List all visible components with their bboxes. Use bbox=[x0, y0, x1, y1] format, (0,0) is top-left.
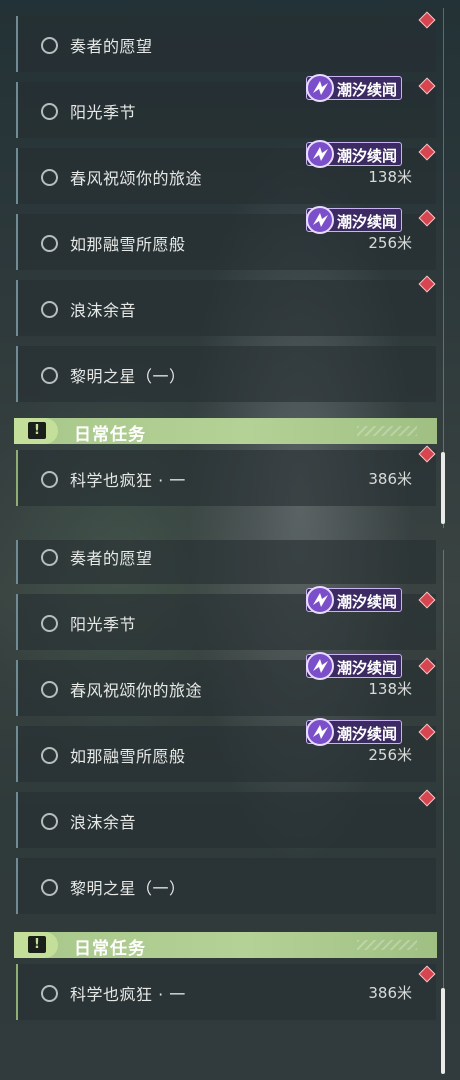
quest-list-panel: 奏者的愿望 阳光季节 春风祝颂你的旅途 138米 如那融雪所愿般 256米 浪沫… bbox=[0, 540, 460, 1080]
badge-label: 潮汐续闻 bbox=[337, 213, 398, 231]
quest-name: 科学也疯狂 · 一 bbox=[70, 471, 186, 490]
quest-name: 春风祝颂你的旅途 bbox=[70, 169, 203, 188]
tidal-tales-badge-icon bbox=[306, 586, 334, 614]
quest-name: 如那融雪所愿般 bbox=[70, 235, 186, 254]
badge-label: 潮汐续闻 bbox=[337, 659, 398, 677]
quest-name: 浪沫余音 bbox=[70, 301, 137, 320]
quest-status-circle-icon bbox=[41, 301, 58, 318]
quest-distance: 256米 bbox=[368, 746, 412, 764]
quest-row-1[interactable]: 奏者的愿望 bbox=[16, 16, 436, 72]
quest-name: 阳光季节 bbox=[70, 615, 137, 634]
tidal-tales-badge: 潮汐续闻 bbox=[306, 206, 402, 234]
quest-distance: 138米 bbox=[368, 680, 412, 698]
quest-list-panel: 奏者的愿望 阳光季节 春风祝颂你的旅途 138米 如那融雪所愿般 256米 浪沫… bbox=[0, 0, 460, 540]
quest-name: 黎明之星（一） bbox=[70, 367, 186, 386]
header-decoration bbox=[357, 426, 417, 436]
quest-distance: 138米 bbox=[368, 168, 412, 186]
quest-status-circle-icon bbox=[41, 471, 58, 488]
quest-name: 如那融雪所愿般 bbox=[70, 747, 186, 766]
exclamation-icon: ! bbox=[28, 936, 46, 953]
badge-label: 潮汐续闻 bbox=[337, 147, 398, 165]
badge-label: 潮汐续闻 bbox=[337, 593, 398, 611]
quest-distance: 386米 bbox=[368, 470, 412, 488]
quest-status-circle-icon bbox=[41, 103, 58, 120]
tidal-tales-badge-icon bbox=[306, 206, 334, 234]
section-title: 日常任务 bbox=[74, 425, 146, 445]
quest-name: 春风祝颂你的旅途 bbox=[70, 681, 203, 700]
scrollbar-thumb[interactable] bbox=[441, 988, 445, 1074]
tidal-tales-badge: 潮汐续闻 bbox=[306, 140, 402, 168]
quest-row-6[interactable]: 黎明之星（一） bbox=[16, 346, 436, 402]
quest-name: 黎明之星（一） bbox=[70, 879, 186, 898]
quest-status-circle-icon bbox=[41, 235, 58, 252]
quest-name: 科学也疯狂 · 一 bbox=[70, 985, 186, 1004]
quest-distance: 386米 bbox=[368, 984, 412, 1002]
badge-label: 潮汐续闻 bbox=[337, 725, 398, 743]
daily-quest-row-1[interactable]: 科学也疯狂 · 一 386米 bbox=[16, 964, 436, 1020]
quest-status-circle-icon bbox=[41, 615, 58, 632]
daily-icon-box: ! bbox=[14, 932, 58, 958]
tidal-tales-badge: 潮汐续闻 bbox=[306, 586, 402, 614]
daily-quests-header[interactable]: ! 日常任务 bbox=[14, 418, 437, 445]
quest-status-circle-icon bbox=[41, 549, 58, 566]
quest-status-circle-icon bbox=[41, 681, 58, 698]
exclamation-icon: ! bbox=[28, 422, 46, 439]
quest-name: 奏者的愿望 bbox=[70, 549, 153, 568]
quest-name: 阳光季节 bbox=[70, 103, 137, 122]
tidal-tales-badge: 潮汐续闻 bbox=[306, 74, 402, 102]
quest-status-circle-icon bbox=[41, 813, 58, 830]
scrollbar-thumb[interactable] bbox=[441, 452, 445, 524]
quest-status-circle-icon bbox=[41, 747, 58, 764]
quest-distance: 256米 bbox=[368, 234, 412, 252]
tidal-tales-badge: 潮汐续闻 bbox=[306, 718, 402, 746]
badge-label: 潮汐续闻 bbox=[337, 81, 398, 99]
quest-row-1[interactable]: 奏者的愿望 bbox=[16, 540, 436, 584]
quest-row-5[interactable]: 浪沫余音 bbox=[16, 792, 436, 848]
quest-status-circle-icon bbox=[41, 985, 58, 1002]
tidal-tales-badge-icon bbox=[306, 652, 334, 680]
quest-status-circle-icon bbox=[41, 367, 58, 384]
header-decoration bbox=[357, 940, 417, 950]
quest-row-5[interactable]: 浪沫余音 bbox=[16, 280, 436, 336]
quest-status-circle-icon bbox=[41, 169, 58, 186]
tidal-tales-badge: 潮汐续闻 bbox=[306, 652, 402, 680]
tidal-tales-badge-icon bbox=[306, 140, 334, 168]
daily-quest-row-1[interactable]: 科学也疯狂 · 一 386米 bbox=[16, 450, 436, 506]
tidal-tales-badge-icon bbox=[306, 74, 334, 102]
quest-status-circle-icon bbox=[41, 879, 58, 896]
quest-status-circle-icon bbox=[41, 37, 58, 54]
section-title: 日常任务 bbox=[74, 939, 146, 959]
quest-name: 奏者的愿望 bbox=[70, 37, 153, 56]
quest-name: 浪沫余音 bbox=[70, 813, 137, 832]
daily-quests-header[interactable]: ! 日常任务 bbox=[14, 932, 437, 959]
scrollbar-track[interactable] bbox=[443, 8, 444, 528]
quest-row-6[interactable]: 黎明之星（一） bbox=[16, 858, 436, 914]
daily-icon-box: ! bbox=[14, 418, 58, 444]
tidal-tales-badge-icon bbox=[306, 718, 334, 746]
